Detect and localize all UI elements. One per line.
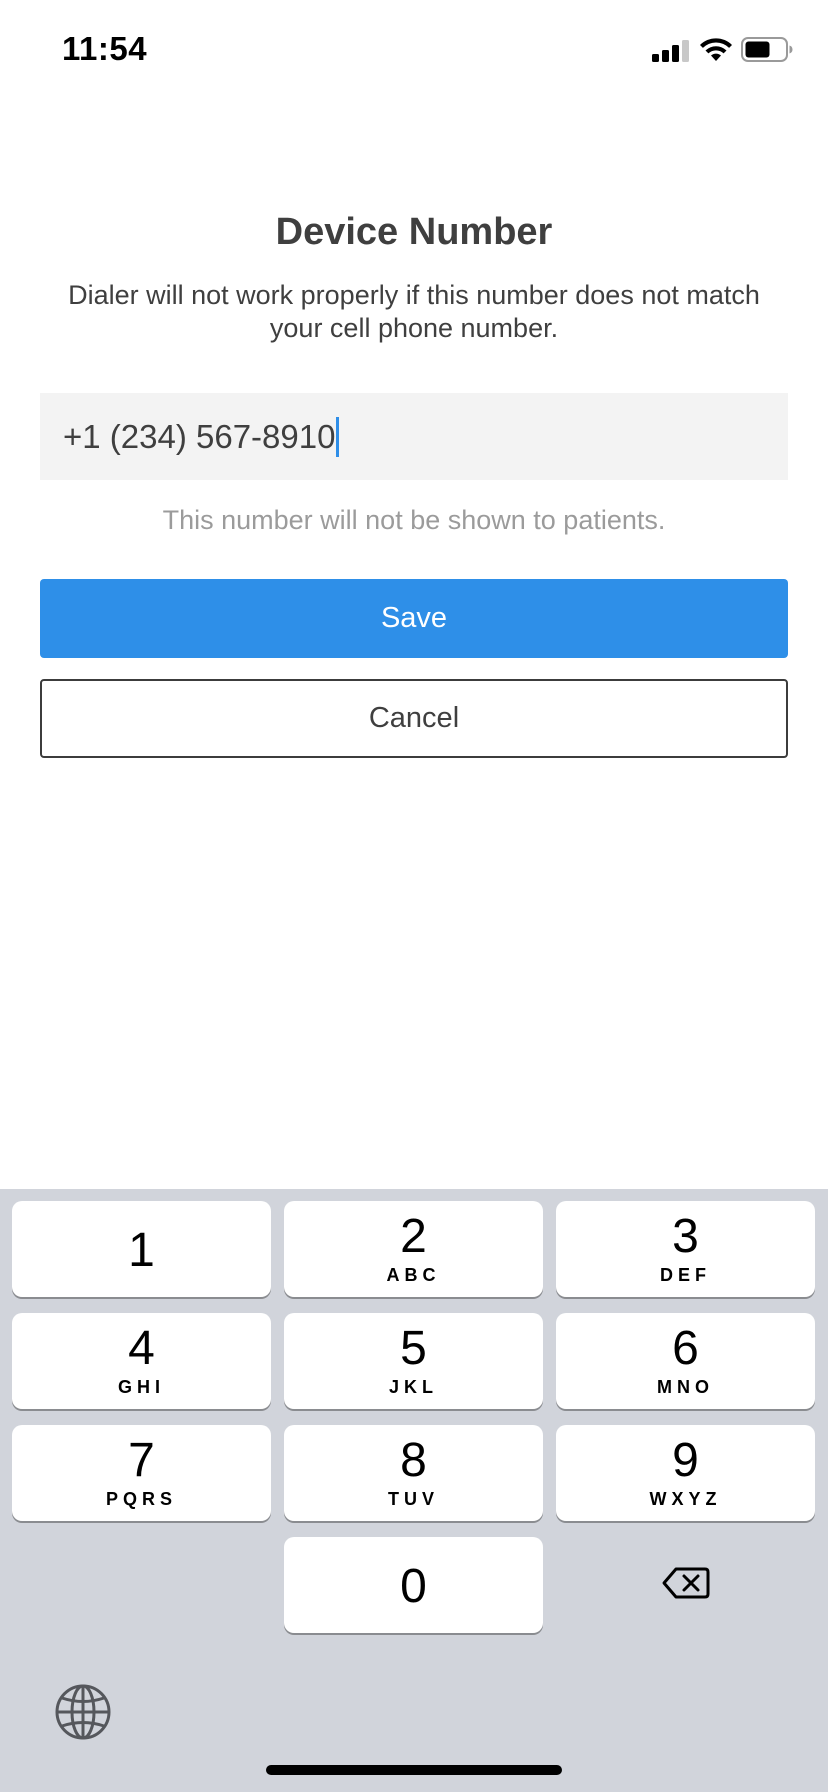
key-digit: 2 <box>400 1210 427 1263</box>
wifi-icon <box>700 38 732 61</box>
key-letters: TUV <box>388 1489 439 1509</box>
backspace-icon <box>662 1567 709 1599</box>
numeric-keypad: 1 2 ABC 3 DEF 4 GHI 5 JKL 6 MNO 7 PQRS 8… <box>0 1189 828 1792</box>
key-6[interactable]: 6 MNO <box>556 1313 815 1409</box>
key-digit: 3 <box>672 1210 699 1263</box>
key-digit: 5 <box>400 1322 427 1375</box>
key-0[interactable]: 0 <box>284 1537 543 1633</box>
key-digit: 0 <box>400 1560 427 1613</box>
home-indicator[interactable] <box>266 1765 562 1775</box>
delete-key[interactable] <box>556 1535 815 1631</box>
key-letters: JKL <box>388 1377 438 1397</box>
text-cursor <box>336 416 340 457</box>
status-bar: 11:54 <box>0 0 828 100</box>
page-title: Device Number <box>275 211 553 253</box>
key-2[interactable]: 2 ABC <box>284 1201 543 1297</box>
key-7[interactable]: 7 PQRS <box>12 1425 271 1521</box>
phone-number-input[interactable]: +1 (234) 567-8910 <box>40 393 788 480</box>
phone-number-value: +1 (234) 567-8910 <box>63 417 336 455</box>
globe-icon[interactable] <box>53 1682 113 1742</box>
key-letters: MNO <box>657 1377 714 1397</box>
key-digit: 1 <box>128 1224 155 1277</box>
key-8[interactable]: 8 TUV <box>284 1425 543 1521</box>
key-5[interactable]: 5 JKL <box>284 1313 543 1409</box>
key-digit: 6 <box>672 1322 699 1375</box>
key-3[interactable]: 3 DEF <box>556 1201 815 1297</box>
key-digit: 9 <box>672 1434 699 1487</box>
key-4[interactable]: 4 GHI <box>12 1313 271 1409</box>
key-letters: GHI <box>117 1377 165 1397</box>
cellular-signal-icon <box>652 38 690 62</box>
key-letters: ABC <box>386 1265 441 1285</box>
key-9[interactable]: 9 WXYZ <box>556 1425 815 1521</box>
key-letters: PQRS <box>105 1489 177 1509</box>
key-digit: 4 <box>128 1322 155 1375</box>
privacy-hint: This number will not be shown to patient… <box>162 505 666 535</box>
key-1[interactable]: 1 <box>12 1201 271 1297</box>
save-button[interactable]: Save <box>40 579 788 658</box>
key-digit: 8 <box>400 1434 427 1487</box>
key-digit: 7 <box>128 1434 155 1487</box>
key-letters: WXYZ <box>649 1489 722 1509</box>
warning-description: Dialer will not work properly if this nu… <box>68 280 760 343</box>
status-time: 11:54 <box>62 30 148 67</box>
battery-icon <box>741 37 793 62</box>
cancel-button[interactable]: Cancel <box>40 679 788 758</box>
key-letters: DEF <box>660 1265 711 1285</box>
